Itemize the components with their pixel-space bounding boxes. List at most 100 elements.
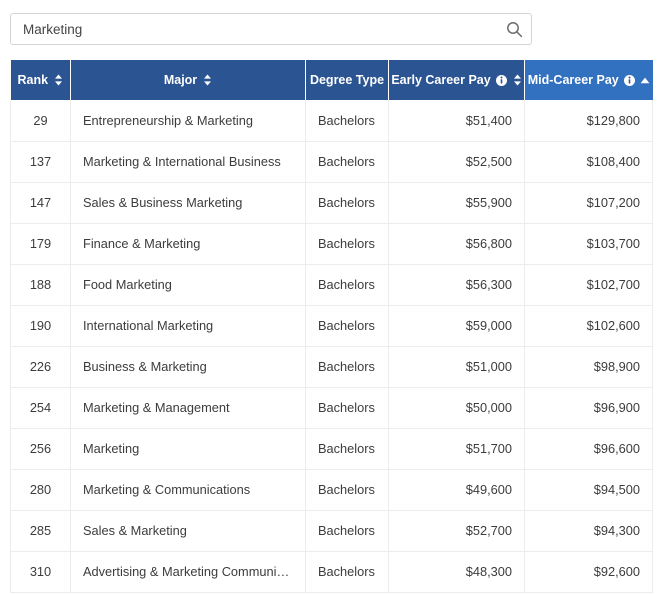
- column-header-rank[interactable]: Rank: [11, 60, 71, 100]
- cell-rank: 147: [11, 182, 71, 223]
- info-icon[interactable]: [496, 75, 507, 86]
- cell-rank: 280: [11, 469, 71, 510]
- cell-rank: 29: [11, 100, 71, 141]
- cell-early: $52,500: [389, 141, 525, 182]
- column-header-inner: Degree Type: [316, 60, 378, 100]
- cell-major: Marketing: [71, 428, 306, 469]
- cell-early: $52,700: [389, 510, 525, 551]
- column-header-label: Major: [164, 74, 197, 87]
- column-header-inner: Mid-Career Pay: [535, 60, 643, 100]
- cell-rank: 285: [11, 510, 71, 551]
- sort-ascending-icon[interactable]: [641, 77, 650, 84]
- cell-major: Marketing & International Business: [71, 141, 306, 182]
- cell-degree: Bachelors: [306, 264, 389, 305]
- cell-early: $50,000: [389, 387, 525, 428]
- cell-early: $56,800: [389, 223, 525, 264]
- cell-mid: $108,400: [525, 141, 653, 182]
- cell-major: Sales & Business Marketing: [71, 182, 306, 223]
- column-header-inner: Early Career Pay: [399, 60, 514, 100]
- table-row[interactable]: 285Sales & MarketingBachelors$52,700$94,…: [11, 510, 653, 551]
- cell-degree: Bachelors: [306, 469, 389, 510]
- salary-table-container: Rank Major Degree Type Early Career Pay Mid-…: [10, 60, 652, 593]
- sort-toggle-icon[interactable]: [203, 74, 212, 86]
- cell-early: $51,400: [389, 100, 525, 141]
- search-input[interactable]: [11, 14, 497, 44]
- cell-major: Entrepreneurship & Marketing: [71, 100, 306, 141]
- cell-mid: $94,300: [525, 510, 653, 551]
- cell-mid: $107,200: [525, 182, 653, 223]
- cell-early: $55,900: [389, 182, 525, 223]
- search-box[interactable]: [10, 13, 532, 45]
- table-row[interactable]: 147Sales & Business MarketingBachelors$5…: [11, 182, 653, 223]
- table-row[interactable]: 254Marketing & ManagementBachelors$50,00…: [11, 387, 653, 428]
- table-row[interactable]: 226Business & MarketingBachelors$51,000$…: [11, 346, 653, 387]
- cell-mid: $96,600: [525, 428, 653, 469]
- cell-degree: Bachelors: [306, 387, 389, 428]
- cell-major: Marketing & Management: [71, 387, 306, 428]
- cell-early: $51,000: [389, 346, 525, 387]
- search-icon[interactable]: [497, 14, 531, 44]
- cell-degree: Bachelors: [306, 510, 389, 551]
- cell-mid: $94,500: [525, 469, 653, 510]
- cell-major: Business & Marketing: [71, 346, 306, 387]
- info-icon[interactable]: [624, 75, 635, 86]
- column-header-label: Mid-Career Pay: [528, 74, 619, 87]
- cell-rank: 310: [11, 551, 71, 592]
- column-header-early[interactable]: Early Career Pay: [389, 60, 525, 100]
- table-header: Rank Major Degree Type Early Career Pay Mid-…: [11, 60, 653, 100]
- cell-rank: 179: [11, 223, 71, 264]
- cell-major: Marketing & Communications: [71, 469, 306, 510]
- table-row[interactable]: 256MarketingBachelors$51,700$96,600: [11, 428, 653, 469]
- column-header-inner: Major: [81, 60, 295, 100]
- table-row[interactable]: 280Marketing & CommunicationsBachelors$4…: [11, 469, 653, 510]
- cell-rank: 188: [11, 264, 71, 305]
- cell-mid: $103,700: [525, 223, 653, 264]
- table-body: 29Entrepreneurship & MarketingBachelors$…: [11, 100, 653, 592]
- table-row[interactable]: 310Advertising & Marketing Communication…: [11, 551, 653, 592]
- cell-mid: $92,600: [525, 551, 653, 592]
- cell-mid: $96,900: [525, 387, 653, 428]
- sort-toggle-icon[interactable]: [54, 74, 63, 86]
- cell-major: Advertising & Marketing Communications: [71, 551, 306, 592]
- cell-major: Sales & Marketing: [71, 510, 306, 551]
- salary-table: Rank Major Degree Type Early Career Pay Mid-…: [10, 60, 653, 593]
- cell-major: International Marketing: [71, 305, 306, 346]
- cell-early: $56,300: [389, 264, 525, 305]
- table-row[interactable]: 188Food MarketingBachelors$56,300$102,70…: [11, 264, 653, 305]
- table-row[interactable]: 179Finance & MarketingBachelors$56,800$1…: [11, 223, 653, 264]
- cell-degree: Bachelors: [306, 305, 389, 346]
- cell-early: $59,000: [389, 305, 525, 346]
- cell-rank: 226: [11, 346, 71, 387]
- cell-major: Food Marketing: [71, 264, 306, 305]
- table-header-row: Rank Major Degree Type Early Career Pay Mid-…: [11, 60, 653, 100]
- cell-early: $49,600: [389, 469, 525, 510]
- college-salary-report-page: Rank Major Degree Type Early Career Pay Mid-…: [0, 0, 660, 594]
- cell-degree: Bachelors: [306, 182, 389, 223]
- cell-degree: Bachelors: [306, 141, 389, 182]
- cell-early: $48,300: [389, 551, 525, 592]
- cell-rank: 137: [11, 141, 71, 182]
- cell-mid: $98,900: [525, 346, 653, 387]
- column-header-label: Early Career Pay: [391, 74, 490, 87]
- cell-degree: Bachelors: [306, 100, 389, 141]
- cell-mid: $102,700: [525, 264, 653, 305]
- cell-rank: 254: [11, 387, 71, 428]
- cell-degree: Bachelors: [306, 551, 389, 592]
- cell-degree: Bachelors: [306, 223, 389, 264]
- cell-degree: Bachelors: [306, 428, 389, 469]
- sort-toggle-icon[interactable]: [513, 74, 522, 86]
- table-row[interactable]: 137Marketing & International BusinessBac…: [11, 141, 653, 182]
- table-row[interactable]: 29Entrepreneurship & MarketingBachelors$…: [11, 100, 653, 141]
- column-header-label: Rank: [17, 74, 48, 87]
- column-header-mid[interactable]: Mid-Career Pay: [525, 60, 653, 100]
- table-row[interactable]: 190International MarketingBachelors$59,0…: [11, 305, 653, 346]
- cell-mid: $129,800: [525, 100, 653, 141]
- column-header-inner: Rank: [21, 60, 61, 100]
- cell-early: $51,700: [389, 428, 525, 469]
- column-header-major[interactable]: Major: [71, 60, 306, 100]
- cell-major: Finance & Marketing: [71, 223, 306, 264]
- cell-rank: 256: [11, 428, 71, 469]
- cell-degree: Bachelors: [306, 346, 389, 387]
- column-header-label: Degree Type: [310, 74, 384, 87]
- cell-rank: 190: [11, 305, 71, 346]
